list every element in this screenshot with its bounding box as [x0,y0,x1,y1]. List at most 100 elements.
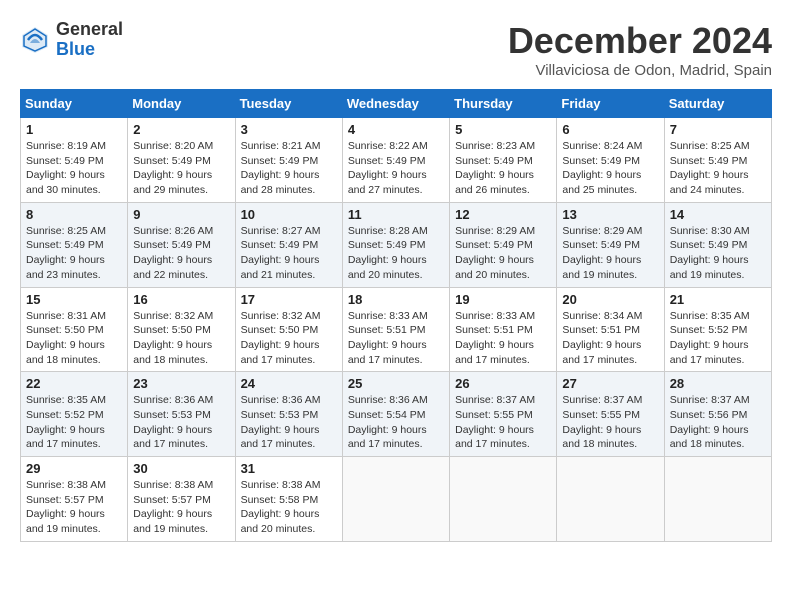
day-number: 9 [133,207,229,222]
day-number: 31 [241,461,337,476]
day-info: Sunrise: 8:32 AM Sunset: 5:50 PM Dayligh… [133,309,229,368]
day-info: Sunrise: 8:28 AM Sunset: 5:49 PM Dayligh… [348,224,444,283]
calendar-day-cell: 1Sunrise: 8:19 AM Sunset: 5:49 PM Daylig… [21,118,128,203]
day-info: Sunrise: 8:26 AM Sunset: 5:49 PM Dayligh… [133,224,229,283]
weekday-header-sunday: Sunday [21,90,128,118]
day-info: Sunrise: 8:36 AM Sunset: 5:53 PM Dayligh… [133,393,229,452]
logo-blue: Blue [56,40,123,60]
day-info: Sunrise: 8:19 AM Sunset: 5:49 PM Dayligh… [26,139,122,198]
calendar-day-cell: 12 Sunrise: 8:29 AM Sunset: 5:49 PM Dayli… [450,202,557,287]
day-number: 23 [133,376,229,391]
calendar-day-cell: 30 Sunrise: 8:38 AM Sunset: 5:57 PM Dayli… [128,457,235,542]
day-info: Sunrise: 8:38 AM Sunset: 5:57 PM Dayligh… [26,478,122,537]
day-number: 3 [241,122,337,137]
day-info: Sunrise: 8:21 AM Sunset: 5:49 PM Dayligh… [241,139,337,198]
calendar-day-cell: 7 Sunrise: 8:25 AM Sunset: 5:49 PM Daylig… [664,118,771,203]
calendar-week-row: 15Sunrise: 8:31 AM Sunset: 5:50 PM Dayli… [21,287,772,372]
day-number: 7 [670,122,766,137]
day-number: 26 [455,376,551,391]
day-number: 29 [26,461,122,476]
calendar-day-cell: 16 Sunrise: 8:32 AM Sunset: 5:50 PM Dayli… [128,287,235,372]
day-info: Sunrise: 8:37 AM Sunset: 5:56 PM Dayligh… [670,393,766,452]
calendar-day-cell: 15Sunrise: 8:31 AM Sunset: 5:50 PM Dayli… [21,287,128,372]
day-info: Sunrise: 8:29 AM Sunset: 5:49 PM Dayligh… [562,224,658,283]
calendar-day-cell: 20Sunrise: 8:34 AM Sunset: 5:51 PM Dayli… [557,287,664,372]
day-number: 14 [670,207,766,222]
day-info: Sunrise: 8:27 AM Sunset: 5:49 PM Dayligh… [241,224,337,283]
calendar-day-cell: 13 Sunrise: 8:29 AM Sunset: 5:49 PM Dayli… [557,202,664,287]
day-number: 12 [455,207,551,222]
weekday-header-saturday: Saturday [664,90,771,118]
title-block: December 2024 Villaviciosa de Odon, Madr… [508,20,772,79]
day-info: Sunrise: 8:29 AM Sunset: 5:49 PM Dayligh… [455,224,551,283]
logo-icon [20,25,50,55]
calendar-day-cell: 11Sunrise: 8:28 AM Sunset: 5:49 PM Dayli… [342,202,449,287]
calendar-day-cell: 29 Sunrise: 8:38 AM Sunset: 5:57 PM Dayli… [21,457,128,542]
day-info: Sunrise: 8:25 AM Sunset: 5:49 PM Dayligh… [26,224,122,283]
location: Villaviciosa de Odon, Madrid, Spain [508,62,772,79]
calendar-day-cell: 18Sunrise: 8:33 AM Sunset: 5:51 PM Dayli… [342,287,449,372]
calendar-day-cell: 19 Sunrise: 8:33 AM Sunset: 5:51 PM Dayli… [450,287,557,372]
calendar-week-row: 29 Sunrise: 8:38 AM Sunset: 5:57 PM Dayli… [21,457,772,542]
calendar-week-row: 8Sunrise: 8:25 AM Sunset: 5:49 PM Daylig… [21,202,772,287]
day-info: Sunrise: 8:20 AM Sunset: 5:49 PM Dayligh… [133,139,229,198]
day-info: Sunrise: 8:23 AM Sunset: 5:49 PM Dayligh… [455,139,551,198]
day-info: Sunrise: 8:25 AM Sunset: 5:49 PM Dayligh… [670,139,766,198]
calendar-day-cell: 21Sunrise: 8:35 AM Sunset: 5:52 PM Dayli… [664,287,771,372]
calendar-day-cell: 25Sunrise: 8:36 AM Sunset: 5:54 PM Dayli… [342,372,449,457]
calendar-header-row: SundayMondayTuesdayWednesdayThursdayFrid… [21,90,772,118]
day-info: Sunrise: 8:33 AM Sunset: 5:51 PM Dayligh… [455,309,551,368]
calendar-empty-cell [664,457,771,542]
calendar-day-cell: 17Sunrise: 8:32 AM Sunset: 5:50 PM Dayli… [235,287,342,372]
calendar-day-cell: 22 Sunrise: 8:35 AM Sunset: 5:52 PM Dayli… [21,372,128,457]
calendar-day-cell: 3 Sunrise: 8:21 AM Sunset: 5:49 PM Daylig… [235,118,342,203]
day-info: Sunrise: 8:31 AM Sunset: 5:50 PM Dayligh… [26,309,122,368]
day-info: Sunrise: 8:35 AM Sunset: 5:52 PM Dayligh… [26,393,122,452]
day-info: Sunrise: 8:37 AM Sunset: 5:55 PM Dayligh… [455,393,551,452]
day-number: 22 [26,376,122,391]
day-info: Sunrise: 8:38 AM Sunset: 5:58 PM Dayligh… [241,478,337,537]
day-number: 16 [133,292,229,307]
calendar-day-cell: 9 Sunrise: 8:26 AM Sunset: 5:49 PM Daylig… [128,202,235,287]
logo: General Blue [20,20,123,60]
day-number: 6 [562,122,658,137]
day-info: Sunrise: 8:22 AM Sunset: 5:49 PM Dayligh… [348,139,444,198]
calendar-body: 1Sunrise: 8:19 AM Sunset: 5:49 PM Daylig… [21,118,772,542]
day-number: 10 [241,207,337,222]
calendar-day-cell: 4Sunrise: 8:22 AM Sunset: 5:49 PM Daylig… [342,118,449,203]
weekday-header-tuesday: Tuesday [235,90,342,118]
calendar-day-cell: 23 Sunrise: 8:36 AM Sunset: 5:53 PM Dayli… [128,372,235,457]
day-number: 25 [348,376,444,391]
day-info: Sunrise: 8:30 AM Sunset: 5:49 PM Dayligh… [670,224,766,283]
calendar-day-cell: 8Sunrise: 8:25 AM Sunset: 5:49 PM Daylig… [21,202,128,287]
calendar-day-cell: 26 Sunrise: 8:37 AM Sunset: 5:55 PM Dayli… [450,372,557,457]
day-info: Sunrise: 8:35 AM Sunset: 5:52 PM Dayligh… [670,309,766,368]
calendar-empty-cell [450,457,557,542]
calendar-day-cell: 10 Sunrise: 8:27 AM Sunset: 5:49 PM Dayli… [235,202,342,287]
weekday-header-friday: Friday [557,90,664,118]
calendar-day-cell: 24Sunrise: 8:36 AM Sunset: 5:53 PM Dayli… [235,372,342,457]
day-number: 5 [455,122,551,137]
day-number: 24 [241,376,337,391]
day-info: Sunrise: 8:37 AM Sunset: 5:55 PM Dayligh… [562,393,658,452]
calendar-day-cell: 31 Sunrise: 8:38 AM Sunset: 5:58 PM Dayli… [235,457,342,542]
day-info: Sunrise: 8:24 AM Sunset: 5:49 PM Dayligh… [562,139,658,198]
day-number: 17 [241,292,337,307]
day-number: 13 [562,207,658,222]
day-info: Sunrise: 8:34 AM Sunset: 5:51 PM Dayligh… [562,309,658,368]
calendar-week-row: 1Sunrise: 8:19 AM Sunset: 5:49 PM Daylig… [21,118,772,203]
calendar-day-cell: 6 Sunrise: 8:24 AM Sunset: 5:49 PM Daylig… [557,118,664,203]
logo-general: General [56,20,123,40]
month-title: December 2024 [508,20,772,62]
calendar-day-cell: 2Sunrise: 8:20 AM Sunset: 5:49 PM Daylig… [128,118,235,203]
day-number: 18 [348,292,444,307]
weekday-header-thursday: Thursday [450,90,557,118]
calendar-day-cell: 28 Sunrise: 8:37 AM Sunset: 5:56 PM Dayli… [664,372,771,457]
day-info: Sunrise: 8:38 AM Sunset: 5:57 PM Dayligh… [133,478,229,537]
day-number: 30 [133,461,229,476]
calendar-week-row: 22 Sunrise: 8:35 AM Sunset: 5:52 PM Dayli… [21,372,772,457]
day-number: 19 [455,292,551,307]
day-number: 28 [670,376,766,391]
calendar-day-cell: 14 Sunrise: 8:30 AM Sunset: 5:49 PM Dayli… [664,202,771,287]
calendar-empty-cell [557,457,664,542]
